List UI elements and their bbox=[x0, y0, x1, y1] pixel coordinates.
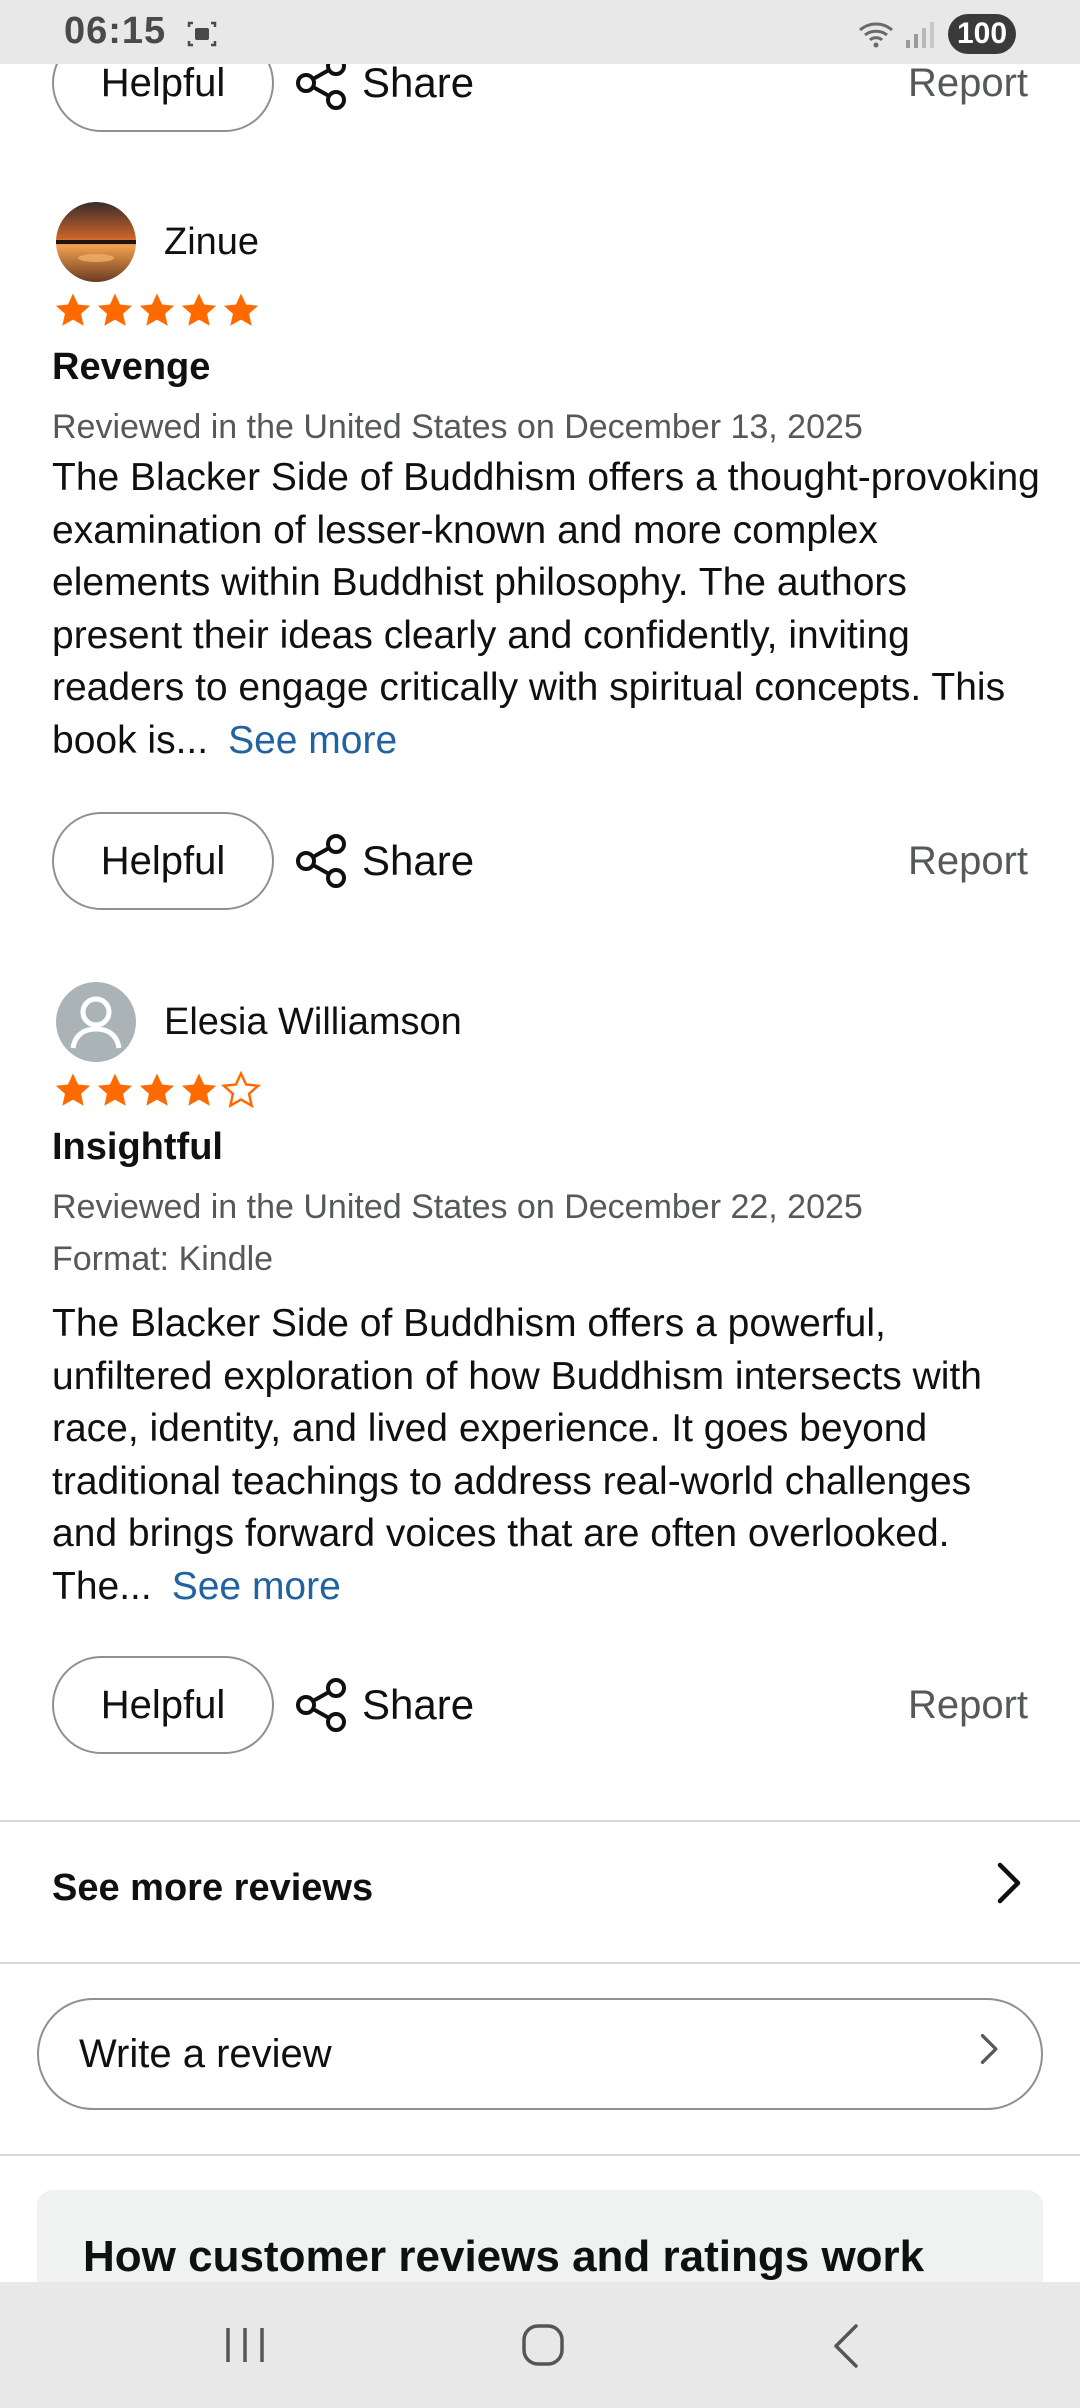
signal-icon bbox=[906, 22, 934, 48]
review-body: The Blacker Side of Buddhism offers a th… bbox=[52, 452, 1042, 767]
reviewer: Elesia Williamson bbox=[52, 980, 462, 1064]
star-filled-icon bbox=[139, 1073, 175, 1106]
star-filled-icon bbox=[97, 1073, 133, 1106]
see-more-link[interactable]: See more bbox=[228, 719, 397, 762]
avatar[interactable] bbox=[56, 982, 136, 1062]
review-title: Insightful bbox=[52, 1126, 223, 1168]
see-more-link[interactable]: See more bbox=[172, 1565, 341, 1608]
product-reviews-page: Helpful Share Report Zinue Revenge Revie… bbox=[0, 0, 1080, 2282]
avatar[interactable] bbox=[56, 202, 136, 282]
share-label: Share bbox=[362, 1681, 475, 1728]
report-link[interactable]: Report bbox=[908, 812, 1028, 910]
review-title: Revenge bbox=[52, 346, 211, 388]
share-label: Share bbox=[362, 837, 475, 884]
info-card-title: How customer reviews and ratings work bbox=[83, 2232, 925, 2281]
see-more-reviews-link[interactable]: See more reviews bbox=[52, 1818, 1028, 1958]
helpful-button[interactable]: Helpful bbox=[52, 812, 274, 910]
review-body: The Blacker Side of Buddhism offers a po… bbox=[52, 1298, 1042, 1613]
recent-apps-icon[interactable] bbox=[220, 2322, 270, 2368]
divider bbox=[0, 1962, 1080, 1964]
share-icon bbox=[296, 1678, 346, 1732]
review-actions: Helpful Share Report bbox=[52, 1656, 1028, 1756]
star-filled-icon bbox=[55, 1073, 91, 1106]
star-filled-icon bbox=[139, 293, 175, 326]
review-date: Reviewed in the United States on Decembe… bbox=[52, 1188, 863, 1226]
review-text: The Blacker Side of Buddhism offers a po… bbox=[52, 1302, 982, 1608]
star-rating bbox=[52, 290, 262, 334]
chevron-right-icon bbox=[992, 1861, 1028, 1915]
reviewer: Zinue bbox=[52, 200, 259, 284]
write-review-button[interactable]: Write a review bbox=[37, 1998, 1043, 2110]
star-filled-icon bbox=[181, 1073, 217, 1106]
review-item: Elesia Williamson Insightful Reviewed in… bbox=[52, 980, 1032, 1660]
home-icon[interactable] bbox=[518, 2320, 568, 2370]
review-format: Format: Kindle bbox=[52, 1240, 274, 1278]
sunset-avatar-image bbox=[56, 202, 136, 282]
share-icon bbox=[296, 834, 346, 888]
review-item: Zinue Revenge Reviewed in the United Sta… bbox=[52, 200, 1040, 800]
default-user-avatar-icon bbox=[56, 982, 136, 1062]
write-review-label: Write a review bbox=[79, 2031, 332, 2076]
review-actions: Helpful Share Report bbox=[52, 812, 1028, 912]
star-empty-icon bbox=[220, 1070, 262, 1109]
star-filled-icon bbox=[97, 293, 133, 326]
star-rating bbox=[52, 1070, 262, 1114]
review-text: The Blacker Side of Buddhism offers a th… bbox=[52, 456, 1040, 762]
share-label: Share bbox=[362, 59, 475, 106]
back-icon[interactable] bbox=[826, 2320, 866, 2372]
battery-indicator: 100 bbox=[948, 14, 1016, 54]
chevron-right-icon bbox=[975, 2029, 1005, 2079]
report-link[interactable]: Report bbox=[908, 1656, 1028, 1754]
screenshot-icon bbox=[187, 21, 217, 47]
share-button[interactable]: Share bbox=[294, 1656, 474, 1754]
star-filled-icon bbox=[181, 293, 217, 326]
see-more-reviews-label: See more reviews bbox=[52, 1866, 374, 1909]
divider bbox=[0, 2154, 1080, 2156]
reviewer-name[interactable]: Zinue bbox=[164, 221, 259, 264]
star-filled-icon bbox=[55, 293, 91, 326]
reviewer-name[interactable]: Elesia Williamson bbox=[164, 1001, 462, 1044]
helpful-button[interactable]: Helpful bbox=[52, 1656, 274, 1754]
star-filled-icon bbox=[223, 293, 259, 326]
status-bar: 06:15 100 bbox=[0, 0, 1080, 64]
wifi-icon bbox=[859, 22, 893, 48]
status-time: 06:15 bbox=[64, 10, 167, 52]
reviews-info-card[interactable]: How customer reviews and ratings work bbox=[37, 2190, 1043, 2282]
review-date: Reviewed in the United States on Decembe… bbox=[52, 408, 863, 446]
share-button[interactable]: Share bbox=[294, 812, 474, 910]
system-navigation-bar bbox=[0, 2282, 1080, 2408]
